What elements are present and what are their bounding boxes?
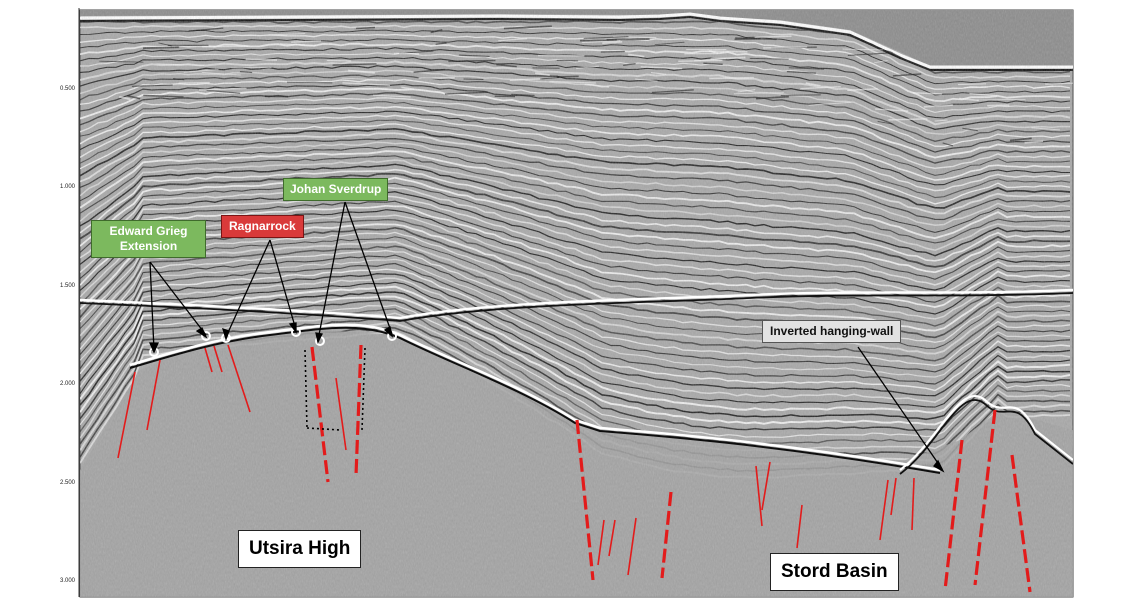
time-tick-label: 0.500 bbox=[60, 86, 76, 92]
label-inverted-hanging-wall: Inverted hanging-wall bbox=[762, 320, 902, 343]
time-tick-label: 1.500 bbox=[60, 283, 76, 289]
time-tick-label: 1.000 bbox=[60, 184, 76, 190]
label-utsira-high: Utsira High bbox=[238, 530, 362, 568]
time-tick-label: 2.000 bbox=[60, 381, 76, 387]
time-tick-label: 3.000 bbox=[60, 578, 76, 584]
label-johan-sverdrup: Johan Sverdrup bbox=[283, 178, 389, 201]
time-tick-label: 2.500 bbox=[60, 480, 76, 486]
label-stord-basin: Stord Basin bbox=[770, 553, 899, 591]
label-edward-grieg-extension: Edward Grieg Extension bbox=[91, 220, 206, 258]
label-ragnarrock: Ragnarrock bbox=[221, 215, 304, 238]
seismic-section bbox=[78, 8, 1074, 598]
